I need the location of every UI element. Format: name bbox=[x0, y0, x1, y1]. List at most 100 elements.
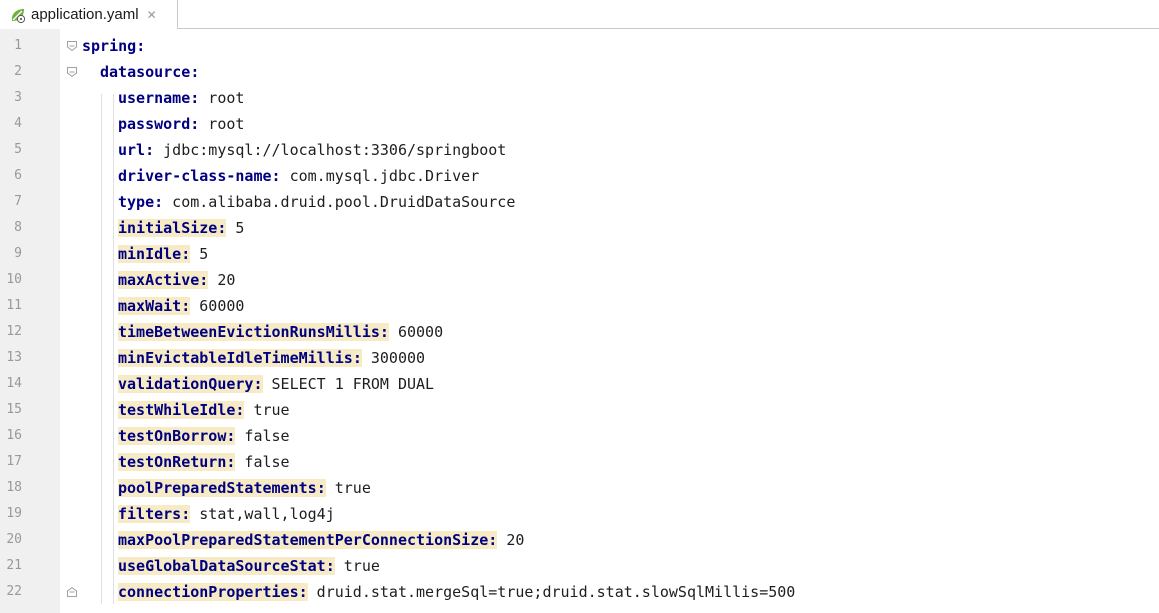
code-text: minEvictableIdleTimeMillis: 300000 bbox=[118, 345, 425, 371]
line-number: 15 bbox=[6, 402, 22, 417]
yaml-key: maxWait: bbox=[118, 297, 191, 315]
code-text: poolPreparedStatements: true bbox=[118, 475, 371, 501]
yaml-value: stat,wall,log4j bbox=[190, 505, 335, 523]
line-number: 19 bbox=[6, 506, 22, 521]
code-text: timeBetweenEvictionRunsMillis: 60000 bbox=[118, 319, 443, 345]
code-line[interactable]: 16 testOnBorrow: false bbox=[0, 423, 1159, 449]
code-line[interactable]: 2 datasource: bbox=[0, 59, 1159, 85]
yaml-key: type: bbox=[118, 193, 164, 211]
yaml-key: maxPoolPreparedStatementPerConnectionSiz… bbox=[118, 531, 498, 549]
line-number: 1 bbox=[14, 38, 22, 53]
yaml-value: true bbox=[325, 479, 371, 497]
yaml-key: minEvictableIdleTimeMillis: bbox=[118, 349, 362, 367]
line-number: 20 bbox=[6, 532, 22, 547]
yaml-value: SELECT 1 FROM DUAL bbox=[262, 375, 435, 393]
code-line[interactable]: 12 timeBetweenEvictionRunsMillis: 60000 bbox=[0, 319, 1159, 345]
yaml-value: false bbox=[235, 453, 290, 471]
code-line[interactable]: 15 testWhileIdle: true bbox=[0, 397, 1159, 423]
code-line[interactable]: 6 driver-class-name: com.mysql.jdbc.Drive… bbox=[0, 163, 1159, 189]
code-text: connectionProperties: druid.stat.mergeSq… bbox=[118, 579, 795, 605]
yaml-value: true bbox=[244, 401, 290, 419]
yaml-value: 300000 bbox=[361, 349, 426, 367]
code-line[interactable]: 18 poolPreparedStatements: true bbox=[0, 475, 1159, 501]
line-number: 12 bbox=[6, 324, 22, 339]
line-number: 13 bbox=[6, 350, 22, 365]
line-number: 18 bbox=[6, 480, 22, 495]
yaml-key: maxActive: bbox=[118, 271, 209, 289]
code-line[interactable]: 9 minIdle: 5 bbox=[0, 241, 1159, 267]
line-number: 16 bbox=[6, 428, 22, 443]
code-line[interactable]: 20 maxPoolPreparedStatementPerConnectionS… bbox=[0, 527, 1159, 553]
tab-application-yaml[interactable]: application.yaml ✕ bbox=[0, 0, 178, 29]
line-number: 21 bbox=[6, 558, 22, 573]
code-line[interactable]: 10 maxActive: 20 bbox=[0, 267, 1159, 293]
code-line[interactable]: 19 filters: stat,wall,log4j bbox=[0, 501, 1159, 527]
line-number: 7 bbox=[14, 194, 22, 209]
fold-open-icon[interactable] bbox=[66, 66, 78, 78]
line-number: 3 bbox=[14, 90, 22, 105]
code-line[interactable]: 4 password: root bbox=[0, 111, 1159, 137]
code-text: testOnBorrow: false bbox=[118, 423, 290, 449]
code-line[interactable]: 14 validationQuery: SELECT 1 FROM DUAL bbox=[0, 371, 1159, 397]
editor-window: application.yaml ✕ 1 spring: 2 datasource: 3… bbox=[0, 0, 1159, 613]
line-number: 11 bbox=[6, 298, 22, 313]
code-text: maxActive: 20 bbox=[118, 267, 235, 293]
code-text: url: jdbc:mysql://localhost:3306/springb… bbox=[118, 137, 506, 163]
code-editor[interactable]: 1 spring: 2 datasource: 3 username: root 4 pass… bbox=[0, 29, 1159, 613]
code-text: filters: stat,wall,log4j bbox=[118, 501, 335, 527]
yaml-key: url: bbox=[118, 141, 155, 159]
code-line[interactable]: 13 minEvictableIdleTimeMillis: 300000 bbox=[0, 345, 1159, 371]
code-text: maxPoolPreparedStatementPerConnectionSiz… bbox=[118, 527, 524, 553]
code-line[interactable]: 3 username: root bbox=[0, 85, 1159, 111]
line-number: 8 bbox=[14, 220, 22, 235]
line-number: 6 bbox=[14, 168, 22, 183]
line-number: 14 bbox=[6, 376, 22, 391]
line-number: 17 bbox=[6, 454, 22, 469]
code-text: username: root bbox=[118, 85, 244, 111]
yaml-value: jdbc:mysql://localhost:3306/springboot bbox=[154, 141, 507, 159]
yaml-value: 5 bbox=[226, 219, 245, 237]
yaml-key: initialSize: bbox=[118, 219, 227, 237]
yaml-key: driver-class-name: bbox=[118, 167, 281, 185]
yaml-value: druid.stat.mergeSql=true;druid.stat.slow… bbox=[307, 583, 796, 601]
yaml-key: validationQuery: bbox=[118, 375, 263, 393]
line-number: 2 bbox=[14, 64, 22, 79]
yaml-value: true bbox=[334, 557, 380, 575]
code-text: maxWait: 60000 bbox=[118, 293, 244, 319]
line-number: 9 bbox=[14, 246, 22, 261]
yaml-value: com.alibaba.druid.pool.DruidDataSource bbox=[163, 193, 516, 211]
fold-open-icon[interactable] bbox=[66, 40, 78, 52]
yaml-key: poolPreparedStatements: bbox=[118, 479, 326, 497]
yaml-value: 20 bbox=[208, 271, 236, 289]
code-text: password: root bbox=[118, 111, 244, 137]
code-line[interactable]: 1 spring: bbox=[0, 33, 1159, 59]
tab-filename: application.yaml bbox=[31, 6, 139, 23]
code-text: driver-class-name: com.mysql.jdbc.Driver bbox=[118, 163, 479, 189]
line-number: 10 bbox=[6, 272, 22, 287]
yaml-key: datasource: bbox=[100, 63, 200, 81]
yaml-value: 5 bbox=[190, 245, 209, 263]
fold-end-icon[interactable] bbox=[66, 586, 78, 598]
yaml-value: 60000 bbox=[190, 297, 245, 315]
yaml-value: root bbox=[199, 115, 245, 133]
code-line[interactable]: 5 url: jdbc:mysql://localhost:3306/spring… bbox=[0, 137, 1159, 163]
code-text: testWhileIdle: true bbox=[118, 397, 290, 423]
line-number: 22 bbox=[6, 584, 22, 599]
code-line[interactable]: 22 connectionProperties: druid.stat.merge… bbox=[0, 579, 1159, 605]
yaml-value: com.mysql.jdbc.Driver bbox=[280, 167, 480, 185]
close-tab-icon[interactable]: ✕ bbox=[147, 8, 157, 22]
code-line[interactable]: 11 maxWait: 60000 bbox=[0, 293, 1159, 319]
line-number: 4 bbox=[14, 116, 22, 131]
code-line[interactable]: 7 type: com.alibaba.druid.pool.DruidDataS… bbox=[0, 189, 1159, 215]
code-text: type: com.alibaba.druid.pool.DruidDataSo… bbox=[118, 189, 515, 215]
yaml-key: password: bbox=[118, 115, 200, 133]
code-text: useGlobalDataSourceStat: true bbox=[118, 553, 380, 579]
code-text: testOnReturn: false bbox=[118, 449, 290, 475]
code-text: spring: bbox=[82, 33, 145, 59]
line-number: 5 bbox=[14, 142, 22, 157]
code-line[interactable]: 21 useGlobalDataSourceStat: true bbox=[0, 553, 1159, 579]
editor-tab-bar: application.yaml ✕ bbox=[0, 0, 1159, 29]
code-line[interactable]: 17 testOnReturn: false bbox=[0, 449, 1159, 475]
code-line[interactable]: 8 initialSize: 5 bbox=[0, 215, 1159, 241]
code-text: minIdle: 5 bbox=[118, 241, 208, 267]
